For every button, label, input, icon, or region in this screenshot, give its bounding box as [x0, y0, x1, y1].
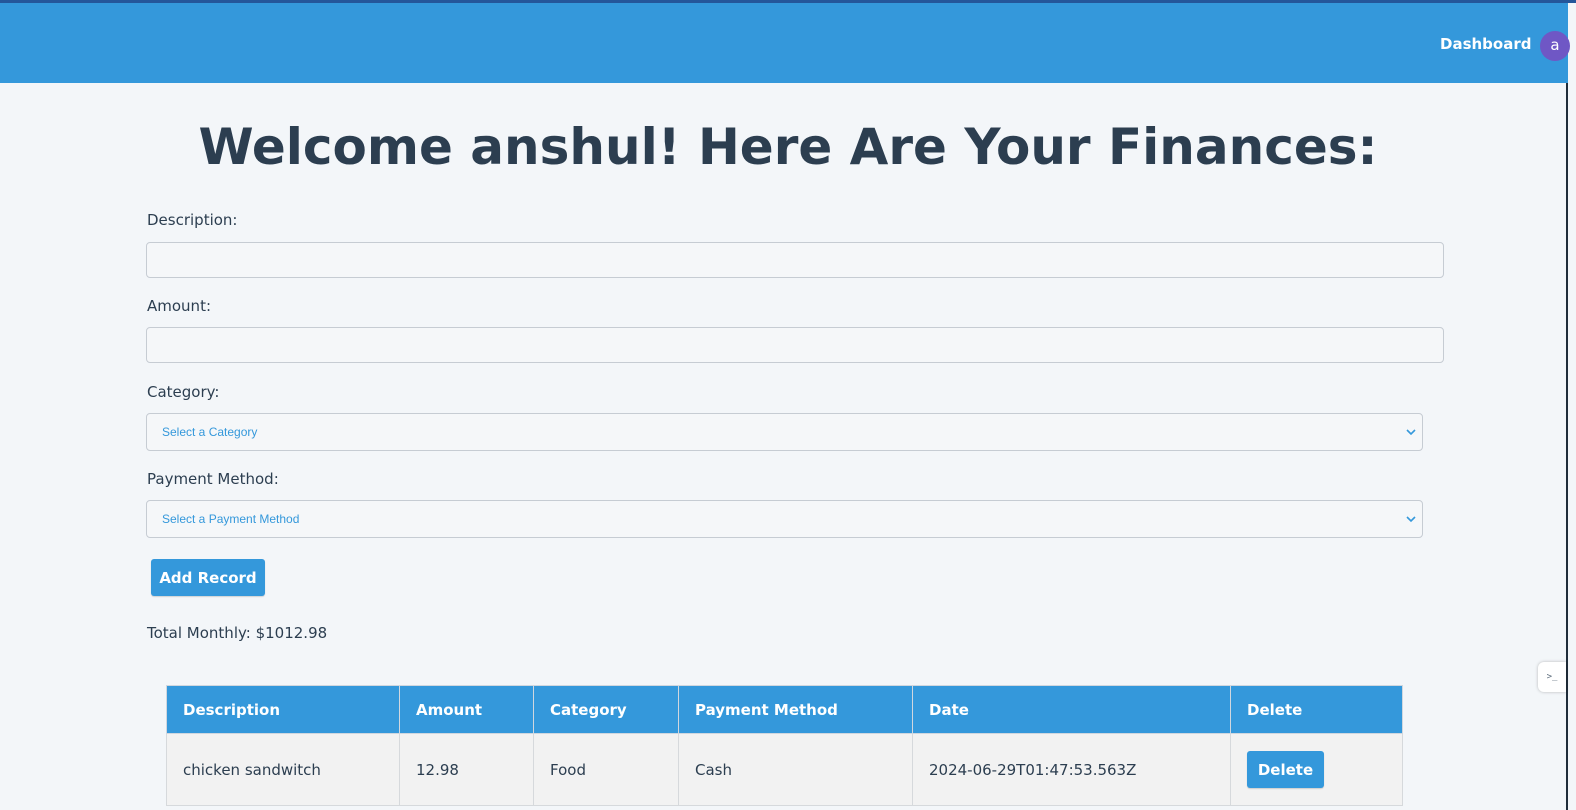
page-edge: [1566, 83, 1568, 810]
cell-payment-method: Cash: [678, 733, 913, 806]
records-table: Description Amount Category Payment Meth…: [166, 685, 1403, 806]
header-description: Description: [166, 685, 400, 734]
side-widget-icon[interactable]: >_: [1538, 662, 1566, 692]
description-input[interactable]: [146, 242, 1444, 278]
cell-amount: 12.98: [399, 733, 534, 806]
category-select[interactable]: Select a Category: [146, 413, 1423, 451]
category-select-value: Select a Category: [162, 425, 258, 439]
chevron-down-icon: [1406, 516, 1416, 523]
header-amount: Amount: [399, 685, 534, 734]
chevron-down-icon: [1406, 429, 1416, 436]
category-label: Category:: [147, 383, 220, 401]
amount-label: Amount:: [147, 297, 211, 315]
avatar[interactable]: a: [1540, 31, 1570, 61]
header-payment-method: Payment Method: [678, 685, 913, 734]
delete-button[interactable]: Delete: [1247, 751, 1324, 788]
header-category: Category: [533, 685, 679, 734]
payment-method-select[interactable]: Select a Payment Method: [146, 500, 1423, 538]
total-monthly: Total Monthly: $1012.98: [147, 624, 328, 642]
cell-description: chicken sandwitch: [166, 733, 400, 806]
table-row: chicken sandwitch 12.98 Food Cash 2024-0…: [166, 733, 1403, 806]
cell-date: 2024-06-29T01:47:53.563Z: [912, 733, 1231, 806]
navbar: Dashboard a: [0, 3, 1570, 83]
table-header-row: Description Amount Category Payment Meth…: [166, 685, 1403, 734]
page-title: Welcome anshul! Here Are Your Finances:: [198, 118, 1378, 176]
header-delete: Delete: [1230, 685, 1403, 734]
amount-input[interactable]: [146, 327, 1444, 363]
payment-method-label: Payment Method:: [147, 470, 279, 488]
nav-dashboard-link[interactable]: Dashboard: [1440, 35, 1531, 53]
cell-category: Food: [533, 733, 679, 806]
add-record-button[interactable]: Add Record: [151, 559, 265, 596]
payment-method-select-value: Select a Payment Method: [162, 512, 300, 526]
header-date: Date: [912, 685, 1231, 734]
description-label: Description:: [147, 211, 238, 229]
cell-delete: Delete: [1230, 733, 1403, 806]
